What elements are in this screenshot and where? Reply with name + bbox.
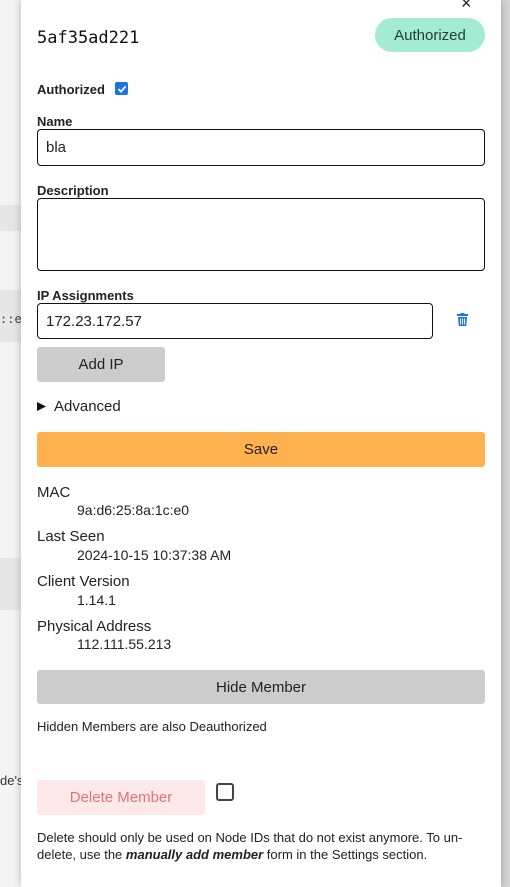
last-seen-label: Last Seen bbox=[37, 528, 105, 545]
name-label: Name bbox=[37, 114, 73, 129]
backdrop-fragment: de's bbox=[0, 773, 24, 788]
backdrop-band bbox=[0, 558, 21, 610]
client-version-label: Client Version bbox=[37, 573, 130, 590]
ip-field[interactable]: 172.23.172.57 bbox=[37, 303, 433, 339]
description-label: Description bbox=[37, 183, 109, 198]
delete-member-button[interactable]: Delete Member bbox=[37, 780, 205, 815]
mac-value: 9a:d6:25:8a:1c:e0 bbox=[77, 502, 190, 518]
check-icon bbox=[117, 85, 126, 93]
hidden-note: Hidden Members are also Deauthorized bbox=[37, 719, 267, 734]
physical-address-value: 112.111.55.213 bbox=[77, 636, 172, 652]
save-button[interactable]: Save bbox=[37, 432, 485, 467]
last-seen-value: 2024-10-15 10:37:38 AM bbox=[77, 547, 232, 563]
name-field[interactable]: bla bbox=[37, 129, 485, 166]
delete-note-emphasis: manually add member bbox=[125, 847, 264, 862]
mac-label: MAC bbox=[37, 484, 71, 501]
delete-note-text-end: form in the Settings section. bbox=[263, 847, 428, 862]
authorized-label: Authorized bbox=[37, 82, 105, 97]
member-modal: × 5af35ad221 Authorized Authorized Name … bbox=[21, 0, 501, 887]
delete-note: Delete should only be used on Node IDs t… bbox=[37, 829, 489, 863]
physical-address-label: Physical Address bbox=[37, 618, 152, 635]
description-field[interactable] bbox=[37, 198, 485, 271]
backdrop-band bbox=[0, 205, 21, 231]
add-ip-button[interactable]: Add IP bbox=[37, 347, 165, 382]
hide-member-button[interactable]: Hide Member bbox=[37, 670, 485, 704]
authorized-checkbox[interactable] bbox=[115, 82, 128, 95]
advanced-toggle[interactable]: Advanced bbox=[37, 398, 121, 415]
status-badge: Authorized bbox=[375, 18, 485, 52]
trash-icon[interactable] bbox=[457, 313, 468, 331]
ip-assignments-label: IP Assignments bbox=[37, 288, 134, 303]
client-version-value: 1.14.1 bbox=[77, 592, 116, 608]
backdrop-fragment: ::e bbox=[0, 312, 22, 326]
delete-confirm-checkbox[interactable] bbox=[216, 783, 234, 801]
advanced-label: Advanced bbox=[54, 398, 121, 415]
backdrop-edge bbox=[501, 0, 510, 887]
close-icon[interactable]: × bbox=[461, 0, 472, 12]
member-id: 5af35ad221 bbox=[37, 28, 140, 48]
triangle-right-icon bbox=[37, 402, 46, 411]
